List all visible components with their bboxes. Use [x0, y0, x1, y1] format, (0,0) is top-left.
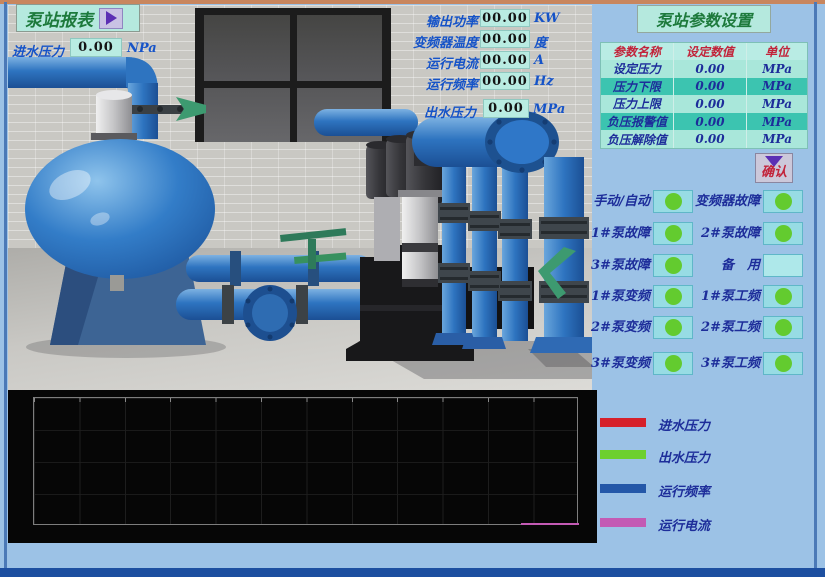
report-open-button[interactable] [99, 8, 123, 29]
table-row: 压力下限 0.00 MPa [601, 78, 807, 96]
pump3-mains-lamp [763, 352, 803, 375]
outlet-pressure-unit: MPa [533, 102, 565, 117]
run-frequency-unit: Hz [534, 74, 554, 89]
manual-auto-label: 手动/自动 [560, 190, 650, 213]
legend-label-frequency: 运行频率 [658, 481, 710, 500]
frame-bottom [0, 568, 825, 577]
pump3-vfd-label: 3#泵变频 [560, 352, 650, 375]
pump1-fault-label: 1#泵故障 [560, 222, 650, 245]
confirm-button[interactable]: 确认 [755, 153, 793, 183]
legend-swatch-frequency [600, 484, 646, 493]
outlet-pressure-value: 0.00 [483, 99, 529, 118]
inlet-pressure-unit: NPa [127, 41, 157, 56]
run-frequency-label: 运行频率 [388, 74, 478, 93]
output-power-label: 输出功率 [388, 11, 478, 30]
col-set-value: 设定数值 [674, 43, 748, 60]
pump2-fault-lamp [763, 222, 803, 245]
legend-label-outlet: 出水压力 [658, 447, 710, 466]
legend-label-current: 运行电流 [658, 515, 710, 534]
legend-label-inlet: 进水压力 [658, 415, 710, 434]
inlet-pressure-value: 0.00 [70, 38, 122, 57]
run-current-unit: A [534, 53, 544, 68]
frame-top [0, 0, 825, 4]
inverter-temp-unit: 度 [534, 32, 547, 51]
table-row: 压力上限 0.00 MPa [601, 95, 807, 113]
frame-right [814, 2, 817, 568]
pump3-mains-label: 3#泵工频 [670, 352, 760, 375]
inverter-temp-label: 变频器温度 [388, 32, 478, 51]
run-frequency-value: 00.00 [480, 72, 530, 90]
output-power-unit: KW [534, 11, 559, 26]
spare-lamp [763, 254, 803, 277]
legend-swatch-outlet [600, 450, 646, 459]
report-button[interactable]: 泵站报表 [16, 4, 140, 32]
spare-label: 备 用 [670, 254, 760, 277]
pump3-fault-label: 3#泵故障 [560, 254, 650, 277]
run-current-trace [521, 523, 579, 525]
run-current-value: 00.00 [480, 51, 530, 69]
legend-swatch-inlet [600, 418, 646, 427]
pump2-mains-lamp [763, 316, 803, 339]
pump1-vfd-label: 1#泵变频 [560, 285, 650, 308]
inlet-pressure-label: 进水压力 [12, 41, 64, 60]
pump2-vfd-label: 2#泵变频 [560, 316, 650, 339]
pressure-low-limit-input[interactable]: 0.00 [674, 78, 748, 96]
table-row: 设定压力 0.00 MPa [601, 60, 807, 78]
hmi-screen: 泵站报表 进水压力 0.00 NPa 输出功率 00.00 KW 变频器温度 0… [0, 0, 825, 577]
pump2-mains-label: 2#泵工频 [670, 316, 760, 339]
run-current-label: 运行电流 [388, 53, 478, 72]
col-param-name: 参数名称 [601, 43, 674, 60]
set-pressure-input[interactable]: 0.00 [674, 60, 748, 78]
frame-left [4, 2, 7, 568]
play-icon [106, 11, 117, 25]
pump1-mains-label: 1#泵工频 [670, 285, 760, 308]
settings-table-header: 参数名称 设定数值 单位 [601, 43, 807, 60]
report-button-label: 泵站报表 [25, 6, 93, 31]
settings-table: 参数名称 设定数值 单位 设定压力 0.00 MPa 压力下限 0.00 MPa… [600, 42, 808, 149]
table-row: 负压报警值 0.00 MPa [601, 113, 807, 131]
col-unit: 单位 [747, 43, 807, 60]
pump2-fault-label: 2#泵故障 [670, 222, 760, 245]
inverter-temp-value: 00.00 [480, 30, 530, 48]
trend-chart [8, 390, 597, 543]
pump1-mains-lamp [763, 285, 803, 308]
output-power-value: 00.00 [480, 9, 530, 27]
vacuum-alarm-input[interactable]: 0.00 [674, 113, 748, 131]
inverter-fault-lamp [763, 190, 803, 213]
settings-panel-title: 泵站参数设置 [637, 5, 771, 33]
table-row: 负压解除值 0.00 MPa [601, 130, 807, 148]
trend-top-ticks [34, 398, 579, 402]
legend-swatch-current [600, 518, 646, 527]
vacuum-release-input[interactable]: 0.00 [674, 130, 748, 148]
pressure-high-limit-input[interactable]: 0.00 [674, 95, 748, 113]
trend-plot-area [33, 397, 578, 525]
inverter-fault-label: 变频器故障 [670, 190, 760, 213]
outlet-pressure-label: 出水压力 [388, 102, 476, 121]
